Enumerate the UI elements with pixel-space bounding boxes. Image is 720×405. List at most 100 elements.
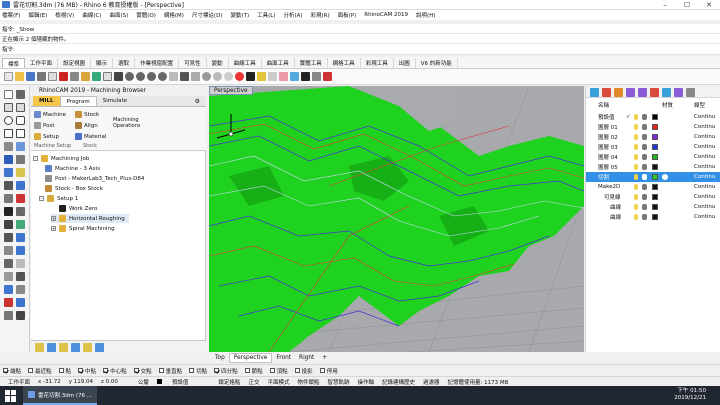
tab-mill[interactable]: MILL	[33, 96, 60, 106]
lock-icon[interactable]	[246, 72, 255, 81]
tree-setup[interactable]: - Setup 1	[39, 194, 78, 203]
layer-row[interactable]: 曲線 Continu	[586, 202, 720, 212]
layer-color-swatch[interactable]	[652, 143, 658, 150]
menu-file[interactable]: 檔案(F)	[2, 11, 20, 19]
zoom-window-icon[interactable]	[136, 72, 145, 81]
select-icon[interactable]	[4, 90, 13, 99]
column-linetype[interactable]: 線型	[694, 101, 705, 109]
osnap-checkbox[interactable]	[158, 368, 164, 373]
post-process-icon[interactable]	[59, 343, 68, 352]
move-down-icon[interactable]	[638, 88, 647, 97]
status-ortho[interactable]: 正交	[248, 378, 259, 386]
browser-settings-icon[interactable]: ⚙	[189, 96, 206, 106]
osnap-item[interactable]: 端點	[3, 367, 21, 375]
project-icon[interactable]	[16, 272, 25, 281]
layer-icon[interactable]	[290, 72, 299, 81]
sphere-icon[interactable]	[16, 168, 25, 177]
osnap-item[interactable]: 中點	[78, 367, 96, 375]
menu-view[interactable]: 檢視(V)	[55, 11, 74, 19]
status-planar[interactable]: 平面模式	[267, 378, 289, 386]
toolpath-info-icon[interactable]	[71, 343, 80, 352]
pan-icon[interactable]	[103, 72, 112, 81]
paste-icon[interactable]	[81, 72, 90, 81]
tab-new-in-v6[interactable]: V6 的新功能	[416, 58, 458, 68]
shaded-icon[interactable]	[202, 72, 211, 81]
machining-operations-button[interactable]: Machining Operations	[113, 117, 143, 129]
layer-row[interactable]: 圖層 02 Continu	[586, 132, 720, 142]
osnap-checkbox[interactable]	[319, 368, 325, 373]
tab-viewport-layout[interactable]: 作業視窗配置	[135, 58, 180, 68]
lock-layer-icon[interactable]	[642, 213, 647, 220]
material-swatch[interactable]	[662, 114, 668, 120]
menu-surface[interactable]: 曲面(S)	[109, 11, 128, 19]
tab-solid-tools[interactable]: 實體工具	[295, 58, 328, 68]
curve-icon[interactable]	[16, 103, 25, 112]
hide-icon[interactable]	[16, 298, 25, 307]
status-osnap[interactable]: 物件鎖點	[297, 378, 319, 386]
ghosted-icon[interactable]	[224, 72, 233, 81]
open-file-icon[interactable]	[15, 72, 24, 81]
taskbar-clock[interactable]: 下午 01:50 2019/12/21	[674, 388, 706, 402]
wireframe-icon[interactable]	[191, 72, 200, 81]
help-icon[interactable]	[323, 72, 332, 81]
material-swatch[interactable]	[662, 154, 668, 160]
fillet-icon[interactable]	[16, 181, 25, 190]
visible-bulb-icon[interactable]	[634, 143, 638, 150]
scale-icon[interactable]	[16, 246, 25, 255]
menu-transform[interactable]: 變動(T)	[230, 11, 249, 19]
zoom-icon[interactable]	[125, 72, 134, 81]
surface-icon[interactable]	[4, 142, 13, 151]
menu-help[interactable]: 說明(H)	[416, 11, 435, 19]
tools-icon[interactable]	[662, 88, 671, 97]
tab-surface-tools[interactable]: 曲面工具	[262, 58, 295, 68]
layer-color-swatch[interactable]	[652, 153, 658, 160]
viewport-tab-add[interactable]: +	[318, 353, 331, 363]
analyze-icon[interactable]	[4, 285, 13, 294]
align-button[interactable]: Align	[75, 122, 98, 129]
menu-tools[interactable]: 工具(L)	[257, 11, 275, 19]
status-history[interactable]: 記錄建構歷史	[382, 378, 415, 386]
osnap-item[interactable]: 垂直點	[158, 367, 182, 375]
mesh-icon[interactable]	[4, 168, 13, 177]
osnap-item[interactable]: 停用	[319, 367, 338, 375]
options-icon[interactable]	[312, 72, 321, 81]
visible-bulb-icon[interactable]	[634, 163, 638, 170]
lock-layer-icon[interactable]	[642, 153, 647, 160]
menu-mesh[interactable]: 網格(M)	[164, 11, 184, 19]
layer-color-swatch[interactable]	[652, 163, 658, 170]
osnap-checkbox[interactable]	[78, 368, 84, 373]
new-layer-icon[interactable]	[590, 88, 599, 97]
tab-render-tools[interactable]: 彩現工具	[361, 58, 394, 68]
osnap-checkbox[interactable]	[3, 368, 8, 373]
split-icon[interactable]	[16, 207, 25, 216]
column-material[interactable]: 材質	[662, 101, 673, 109]
menu-solid[interactable]: 實體(O)	[136, 11, 156, 19]
hide-toolpath-icon[interactable]	[95, 343, 104, 352]
status-smarttrack[interactable]: 智慧軌跡	[327, 378, 349, 386]
point-icon[interactable]	[16, 90, 25, 99]
material-swatch[interactable]	[662, 194, 668, 200]
osnap-checkbox[interactable]	[28, 368, 34, 373]
boolean-icon[interactable]	[4, 181, 13, 190]
menu-curve[interactable]: 曲線(C)	[82, 11, 101, 19]
cut-icon[interactable]	[59, 72, 68, 81]
filter-icon[interactable]	[650, 88, 659, 97]
layout-icon[interactable]	[4, 311, 13, 320]
layer-row[interactable]: 圖層 01 Continu	[586, 122, 720, 132]
setup-button[interactable]: Setup	[34, 133, 59, 140]
material-swatch[interactable]	[662, 173, 668, 180]
osnap-item[interactable]: 投影	[294, 367, 313, 375]
join-icon[interactable]	[4, 220, 13, 229]
layer-color-swatch[interactable]	[652, 193, 658, 200]
show-icon[interactable]	[268, 72, 277, 81]
properties-icon[interactable]	[301, 72, 310, 81]
tree-work-zero[interactable]: Work Zero	[59, 204, 97, 213]
lock-layer-icon[interactable]	[642, 183, 647, 190]
tab-program[interactable]: Program	[59, 96, 97, 106]
menu-analyze[interactable]: 分析(A)	[283, 11, 302, 19]
tab-transform[interactable]: 變動	[207, 58, 229, 68]
material-swatch[interactable]	[662, 164, 668, 170]
tree-spiral-machining[interactable]: + Spiral Machining	[51, 224, 115, 233]
rendered-icon[interactable]	[213, 72, 222, 81]
column-name[interactable]: 名稱	[598, 101, 609, 109]
